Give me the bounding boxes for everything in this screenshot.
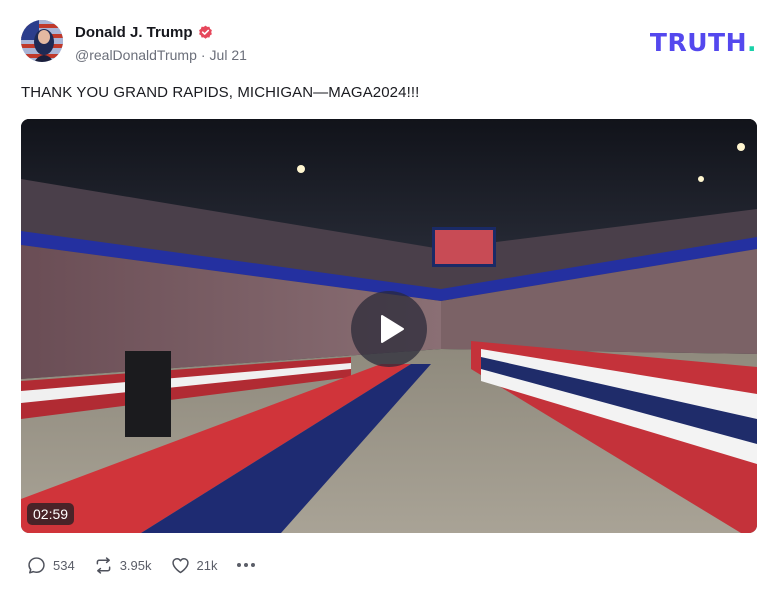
reply-count: 534	[53, 557, 75, 573]
heart-icon	[171, 557, 189, 573]
like-count: 21k	[196, 557, 218, 573]
reply-button[interactable]: 534	[26, 555, 75, 576]
video-duration: 02:59	[27, 503, 75, 525]
like-button[interactable]: 21k	[170, 555, 218, 576]
avatar-image	[21, 20, 63, 62]
truth-post: Donald J. Trump @realDonaldTrump · Jul 2…	[0, 0, 778, 595]
verified-badge-icon	[198, 25, 213, 40]
retruth-icon	[96, 556, 111, 574]
more-dot	[251, 563, 256, 567]
more-dot	[244, 563, 249, 567]
author-name[interactable]: Donald J. Trump	[75, 24, 193, 41]
post-actions: 534 3.95k 21k	[26, 553, 256, 577]
reply-icon	[28, 556, 45, 574]
retruth-count: 3.95k	[119, 557, 152, 573]
play-icon	[381, 315, 404, 343]
handle-separator: ·	[200, 47, 206, 63]
more-dot	[237, 563, 242, 567]
post-date[interactable]: Jul 21	[210, 47, 247, 63]
more-icon[interactable]	[237, 563, 256, 567]
truth-wordmark: TRUTH	[649, 27, 747, 57]
avatar[interactable]	[21, 20, 63, 62]
play-button[interactable]	[351, 291, 427, 367]
retruth-button[interactable]: 3.95k	[93, 555, 152, 576]
author-block: Donald J. Trump @realDonaldTrump · Jul 2…	[75, 22, 247, 64]
truth-wordmark-dot: .	[747, 27, 757, 57]
author-handle[interactable]: @realDonaldTrump	[75, 47, 197, 63]
truth-logo: TRUTH.	[649, 27, 757, 57]
video-player[interactable]: 02:59	[21, 119, 757, 533]
post-text: THANK YOU GRAND RAPIDS, MICHIGAN—MAGA202…	[21, 84, 420, 101]
